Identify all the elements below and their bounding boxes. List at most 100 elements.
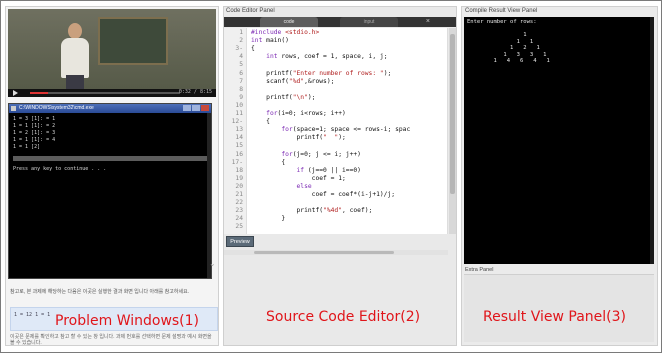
extra-panel-title: Extra Panel [465,267,494,273]
problem-note: 참고로, 본 과제에 해당하는 다음은 이곳은 실행한 결과 화면 입니다 아래… [10,289,190,295]
result-scrollbar[interactable] [650,17,654,264]
console-footer-text: Press any key to continue . . . [13,166,107,172]
line-number: 25 [235,223,243,231]
vertical-scrollbar[interactable] [449,28,456,234]
video-time: 0:32 / 8:15 [178,89,212,95]
extra-panel [464,274,654,342]
code-text: coef = 1; [251,174,346,182]
code-line[interactable]: 21 coef = coef*(i-j+1)/j; [224,191,448,199]
code-line[interactable]: 8 [224,86,448,94]
console-output: 1 = 3 [1]: = 1 1 = 1 [1]: = 2 1 = 2 [1]:… [13,116,56,150]
code-line[interactable]: 17- { [224,159,448,167]
code-text: for(i=0; i<rows; i++) [266,110,346,117]
code-line[interactable]: 13 for(space=1; space <= rows-i; spac [224,126,448,134]
video-controls-bar: 0:32 / 8:15 [8,89,216,97]
code-line[interactable]: 5 [224,61,448,69]
code-text: } [251,215,286,223]
tab-input[interactable]: input [340,17,398,27]
code-line[interactable]: 19 coef = 1; [224,175,448,183]
code-line[interactable]: 4 int rows, coef = 1, space, i, j; [224,53,448,61]
instructor-body [61,38,89,78]
code-text: int rows, coef = 1, space, i, j; [266,53,388,61]
line-number: 9 [239,93,243,101]
console-separator [13,156,207,161]
line-number: 16 [235,150,243,158]
code-line[interactable]: 14 printf(" "); [224,134,448,142]
instructor-head [68,23,82,39]
console-app-icon [11,106,16,111]
code-text: printf(" "); [251,134,346,142]
lecture-video-player[interactable]: 0:32 / 8:15 [8,9,216,97]
console-title: C:\WINDOWS\system32\cmd.exe [19,105,94,111]
problem-windows-label: Problem Windows(1) [55,313,200,329]
minimize-icon[interactable] [183,105,191,111]
problem-example-box: 1 = 12 1 = 1 Problem Windows(1) [10,307,218,331]
code-line[interactable]: 24 } [224,215,448,223]
line-number: 18 [235,166,243,174]
line-number: 7 [239,77,243,85]
code-line[interactable]: 1 #include <stdio.h> [224,29,448,37]
tab-code[interactable]: code [260,17,318,27]
result-panel-title: Compile Result View Panel [465,8,538,14]
code-text: coef = coef*(i-j+1)/j; [251,191,396,198]
code-text: for(j=0; j <= i; j++) [281,150,361,158]
code-editor-panel: Code Editor Panel code input × 1 #include… [223,6,457,346]
example-output: 1 = 12 1 = 1 [14,312,51,318]
code-line[interactable]: 6 printf("Enter number of rows: "); [224,70,448,78]
code-line[interactable]: 18 if (j==0 || i==0) [224,167,448,175]
line-number: 19 [235,174,243,182]
code-line[interactable]: 7 scanf("%d",&rows); [224,78,448,86]
code-line[interactable]: 16 for(j=0; j <= i; j++) [224,151,448,159]
line-number: 8 [239,85,243,93]
line-number: 5 [239,61,243,69]
line-number: 4 [239,53,243,61]
code-text: { [251,118,270,126]
code-line[interactable]: 20 else [224,183,448,191]
code-text: { [251,45,255,53]
screenshot-frame: 0:32 / 8:15 C:\WINDOWS\system32\cmd.exe … [0,0,662,353]
console-scrollbar[interactable] [207,113,211,278]
code-line[interactable]: 2 int main() [224,37,448,45]
code-line[interactable]: 23 printf("%4d", coef); [224,207,448,215]
editor-tab-bar: code input × [224,17,456,27]
horizontal-scroll-thumb[interactable] [254,251,394,254]
line-number: 24 [235,215,243,223]
maximize-icon[interactable] [192,105,200,111]
source-code-editor[interactable]: 1 #include <stdio.h> 2 int main() 3- {4 int r… [224,28,448,255]
code-line[interactable]: 10 [224,102,448,110]
code-text: printf("%4d", coef); [251,207,373,215]
play-icon[interactable] [13,90,18,96]
line-number: 14 [235,134,243,142]
scroll-arrow-icon[interactable]: ⌄ [209,259,217,269]
code-line[interactable]: 12- { [224,118,448,126]
code-line[interactable]: 22 [224,199,448,207]
vertical-scroll-thumb[interactable] [450,34,455,194]
preview-button[interactable]: Preview [226,236,254,247]
code-line[interactable]: 15 [224,142,448,150]
compile-result-output: Enter number of rows: 1 1 1 1 2 1 1 3 3 … [464,17,654,264]
console-titlebar: C:\WINDOWS\system32\cmd.exe [9,104,211,113]
line-number: 15 [235,142,243,150]
code-line[interactable]: 25 [224,223,448,231]
code-line[interactable]: 9 printf("\n"); [224,94,448,102]
video-progress-fill [30,92,48,94]
line-number: 13 [235,126,243,134]
line-number: 17- [231,158,243,166]
line-number: 6 [239,69,243,77]
close-tab-icon[interactable]: × [426,17,430,27]
video-progress-bar[interactable] [30,92,180,94]
code-line[interactable]: 3- { [224,45,448,53]
code-text: #include <stdio.h> [251,29,320,36]
code-text: for(space=1; space <= rows-i; spac [281,126,411,134]
code-text: if (j==0 || i==0) [296,166,361,174]
result-view-panel-label: Result View Panel(3) [483,309,626,325]
code-editor-title: Code Editor Panel [226,8,275,14]
line-number: 12- [231,118,243,126]
line-number: 11 [235,110,243,117]
close-icon[interactable] [201,105,209,111]
code-text: else [296,182,312,190]
horizontal-scrollbar[interactable] [224,250,448,255]
line-number: 22 [235,199,243,207]
code-line[interactable]: 11 for(i=0; i<rows; i++) [224,110,448,118]
code-text: printf("Enter number of rows: "); [251,69,392,77]
